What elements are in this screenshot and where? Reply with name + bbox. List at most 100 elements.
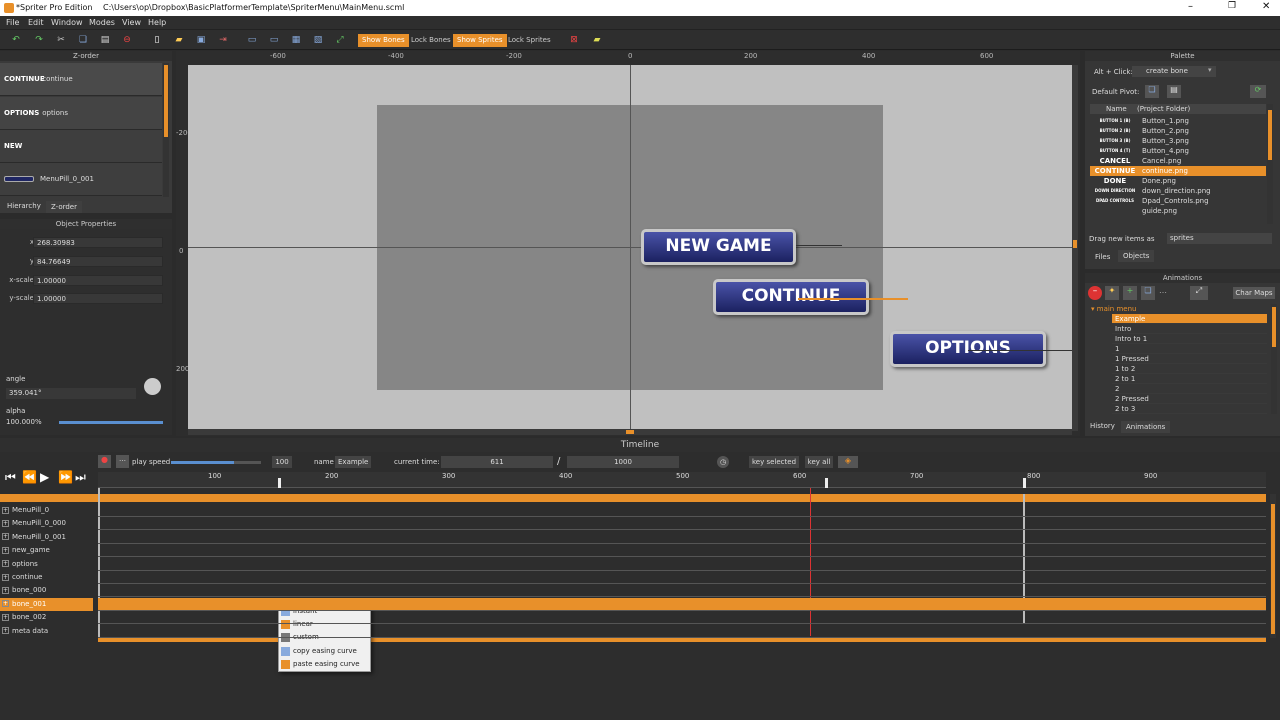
canvas-hscroll[interactable] <box>188 429 1072 435</box>
track-lane[interactable] <box>98 531 1266 544</box>
track-label[interactable]: + bone_002 <box>0 611 93 624</box>
view-window2-icon[interactable]: ▭ <box>267 33 281 47</box>
tab-animations[interactable]: Animations <box>1121 421 1171 433</box>
current-time-field[interactable]: 611 <box>441 456 553 468</box>
canvas-hscroll-thumb[interactable] <box>626 430 634 434</box>
fit-view-icon[interactable]: ⤢ <box>333 33 347 47</box>
expand-icon[interactable]: + <box>2 573 9 581</box>
expand-icon[interactable]: + <box>2 586 9 594</box>
minimize-icon[interactable]: – <box>1188 1 1193 12</box>
keyframe-icon[interactable]: ◈ <box>838 456 858 468</box>
animation-item[interactable]: 2 Pressed <box>1112 394 1267 404</box>
new-file-icon[interactable]: ▯ <box>150 33 164 47</box>
expand-icon[interactable]: + <box>2 600 9 608</box>
track-lane[interactable] <box>98 611 1266 625</box>
record-icon[interactable]: ● <box>98 455 111 468</box>
selected-bone[interactable] <box>798 298 908 300</box>
keyframe-marker[interactable] <box>1023 478 1026 488</box>
new-game-sprite[interactable]: NEW GAME <box>641 229 796 265</box>
file-row[interactable]: DONE Done.png <box>1090 176 1266 186</box>
canvas-vscroll-thumb[interactable] <box>1073 240 1077 248</box>
char-maps-button[interactable]: Char Maps <box>1233 287 1275 299</box>
canvas-viewport[interactable]: -600 -400 -200 0 200 400 600 -200 0 200 … <box>176 51 1080 436</box>
tab-files[interactable]: Files <box>1090 251 1115 263</box>
expand-icon[interactable]: + <box>2 519 9 527</box>
zorder-row-menupill[interactable]: MenuPill_0_001 <box>0 163 162 196</box>
timeline-vscroll-thumb[interactable] <box>1271 504 1275 634</box>
zorder-row-continue[interactable]: CONTINUE continue <box>0 63 162 96</box>
menu-item-paste-easing[interactable]: paste easing curve <box>279 658 371 671</box>
canvas-vscroll[interactable] <box>1072 65 1078 431</box>
keyframe-marker[interactable] <box>278 478 281 488</box>
expand-icon[interactable]: + <box>2 613 9 621</box>
expand-icon[interactable]: + <box>2 546 9 554</box>
track-lane[interactable] <box>98 597 1266 611</box>
view-grid-icon[interactable]: ▦ <box>289 33 303 47</box>
anim-name-field[interactable]: Example <box>335 456 371 468</box>
file-row[interactable]: BUTTON 1 (B) Button_1.png <box>1090 116 1266 126</box>
menu-file[interactable]: File <box>6 18 19 27</box>
file-row[interactable]: DOWN DIRECTION down_direction.png <box>1090 186 1266 196</box>
last-frame-icon[interactable]: ⏭ <box>75 470 86 485</box>
alpha-slider[interactable] <box>59 421 163 424</box>
total-time-field[interactable]: 1000 <box>567 456 679 468</box>
paste-icon[interactable]: ▤ <box>98 33 112 47</box>
file-row[interactable]: guide.png <box>1090 206 1266 216</box>
lock-sprites-button[interactable]: Lock Sprites <box>504 34 555 47</box>
more-icon[interactable]: … <box>1159 286 1169 300</box>
duplicate-anim-icon[interactable]: ❏ <box>1141 286 1155 300</box>
view-image-icon[interactable]: ▧ <box>311 33 325 47</box>
menu-help[interactable]: Help <box>148 18 166 27</box>
add-anim-icon[interactable]: + <box>1123 286 1137 300</box>
next-frame-icon[interactable]: ⏩ <box>58 470 73 484</box>
file-row[interactable]: BUTTON 3 (B) Button_3.png <box>1090 136 1266 146</box>
expand-icon[interactable]: ⤢ <box>1190 286 1208 300</box>
pivot-paste-icon[interactable]: ▤ <box>1167 85 1181 98</box>
clock-icon[interactable]: ◷ <box>717 456 729 468</box>
track-lane[interactable] <box>98 517 1266 531</box>
track-label[interactable]: + bone_001 <box>0 597 93 611</box>
file-row[interactable]: CANCEL Cancel.png <box>1090 156 1266 166</box>
lock-bones-button[interactable]: Lock Bones <box>407 34 455 47</box>
delete-icon[interactable]: ⊖ <box>120 33 134 47</box>
file-row[interactable]: BUTTON 4 (T) Button_4.png <box>1090 146 1266 156</box>
export-icon[interactable]: ⇥ <box>216 33 230 47</box>
track-lane[interactable] <box>98 544 1266 558</box>
track-label[interactable]: + MenuPill_0_001 <box>0 531 93 544</box>
canvas-area[interactable]: NEW GAME CONTINUE OPTIONS <box>188 65 1072 431</box>
entity-row[interactable]: ▾ main menu <box>1091 305 1136 313</box>
record-icon[interactable]: ⊠ <box>567 33 581 47</box>
show-sprites-button[interactable]: Show Sprites <box>453 34 507 47</box>
tab-zorder[interactable]: Z-order <box>46 201 82 213</box>
track-label[interactable]: + MenuPill_0 <box>0 504 93 517</box>
expand-icon[interactable]: + <box>2 506 9 514</box>
pivot-copy-icon[interactable]: ❏ <box>1145 85 1159 98</box>
animation-item[interactable]: 1 <box>1112 344 1267 354</box>
maximize-icon[interactable]: ❐ <box>1228 1 1236 11</box>
angle-field[interactable]: 359.041° <box>6 388 136 399</box>
key-all-button[interactable]: key all <box>805 456 833 468</box>
menu-window[interactable]: Window <box>51 18 83 27</box>
animation-item[interactable]: 1 to 2 <box>1112 364 1267 374</box>
open-folder-icon[interactable]: ▰ <box>172 33 186 47</box>
xscale-field[interactable]: 1.00000 <box>33 275 163 286</box>
play-icon[interactable]: ▶ <box>40 470 49 484</box>
track-label[interactable]: + continue <box>0 571 93 584</box>
view-window-icon[interactable]: ▭ <box>245 33 259 47</box>
prev-frame-icon[interactable]: ⏪ <box>22 470 37 484</box>
track-lane[interactable] <box>98 584 1266 598</box>
new-anim-icon[interactable]: ✦ <box>1105 286 1119 300</box>
track-lane[interactable] <box>98 625 1266 638</box>
animation-item[interactable]: Intro to 1 <box>1112 334 1267 344</box>
save-icon[interactable]: ▣ <box>194 33 208 47</box>
track-label[interactable]: + options <box>0 558 93 571</box>
palette-scrollbar[interactable] <box>1267 104 1273 224</box>
tab-history[interactable]: History <box>1085 420 1120 432</box>
track-label[interactable]: + new_game <box>0 544 93 557</box>
undo-icon[interactable]: ↶ <box>9 33 23 47</box>
menu-modes[interactable]: Modes <box>89 18 115 27</box>
expand-icon[interactable]: + <box>2 533 9 541</box>
copy-icon[interactable]: ❏ <box>76 33 90 47</box>
menu-item-copy-easing[interactable]: copy easing curve <box>279 645 371 658</box>
track-label[interactable]: + MenuPill_0_000 <box>0 517 93 530</box>
